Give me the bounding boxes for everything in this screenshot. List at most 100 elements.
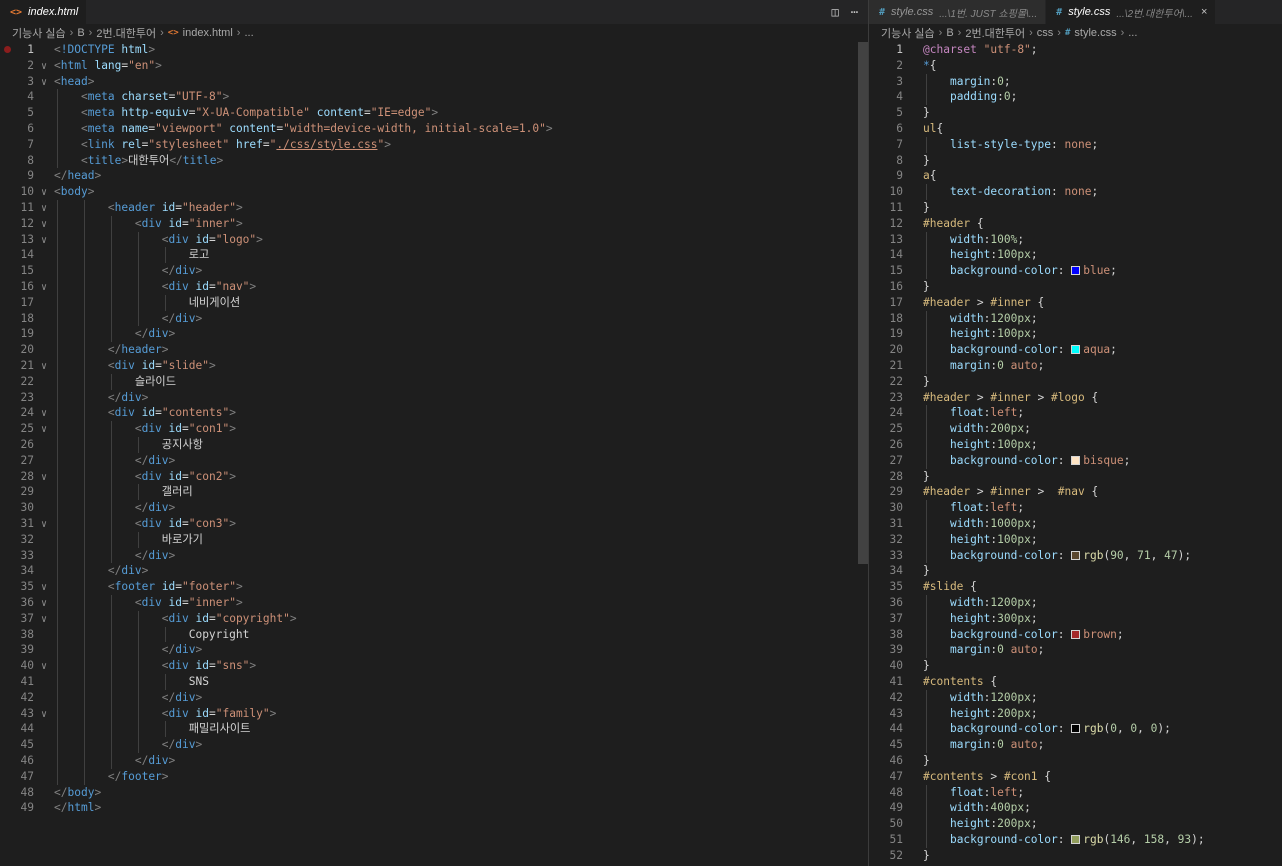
code-line[interactable]: 10 text-decoration: none; xyxy=(869,184,1099,200)
code-line[interactable]: 7 list-style-type: none; xyxy=(869,137,1098,153)
code-line[interactable]: 4 padding:0; xyxy=(869,89,1017,105)
code-line[interactable]: 44 background-color: rgb(0, 0, 0); xyxy=(869,721,1171,737)
code-line[interactable]: 43 height:200px; xyxy=(869,706,1038,722)
code-line[interactable]: 30 float:left; xyxy=(869,500,1025,516)
code-line[interactable]: 8 <title>대한투어</title> xyxy=(0,153,223,169)
code-line[interactable]: 10 ∨ <body> xyxy=(0,184,95,201)
color-swatch[interactable] xyxy=(1071,629,1081,639)
code-line[interactable]: 36 width:1200px; xyxy=(869,595,1038,611)
chevron-down-icon[interactable]: ∨ xyxy=(34,580,54,596)
close-icon[interactable]: × xyxy=(1201,6,1207,18)
code-line[interactable]: 17 #header > #inner { xyxy=(869,295,1045,311)
code-line[interactable]: 14 로고 xyxy=(0,247,210,263)
code-line[interactable]: 16 } xyxy=(869,279,930,295)
code-line[interactable]: 26 height:100px; xyxy=(869,437,1038,453)
chevron-down-icon[interactable]: ∨ xyxy=(34,659,54,675)
color-swatch[interactable] xyxy=(1071,550,1081,560)
code-line[interactable]: 25 ∨ <div id="con1"> xyxy=(0,421,236,437)
code-line[interactable]: 12 #header { xyxy=(869,216,984,232)
code-line[interactable]: 34 } xyxy=(869,563,930,579)
code-line[interactable]: 19 height:100px; xyxy=(869,326,1038,342)
chevron-down-icon[interactable]: ∨ xyxy=(34,185,54,201)
code-line[interactable]: 25 width:200px; xyxy=(869,421,1031,437)
code-line[interactable]: 16 ∨ <div id="nav"> xyxy=(0,279,257,295)
code-line[interactable]: 11 ∨ <header id="header"> xyxy=(0,200,243,216)
code-line[interactable]: 11 } xyxy=(869,200,930,216)
code-line[interactable]: 15 background-color: blue; xyxy=(869,263,1117,279)
code-line[interactable]: 40 ∨ <div id="sns"> xyxy=(0,658,257,675)
chevron-down-icon[interactable]: ∨ xyxy=(34,359,54,375)
tab-index-html[interactable]: <> index.html xyxy=(0,0,88,24)
code-line[interactable]: 32 height:100px; xyxy=(869,532,1038,548)
code-line[interactable]: 15 </div> xyxy=(0,263,203,279)
code-line[interactable]: 13 width:100%; xyxy=(869,232,1025,248)
color-swatch[interactable] xyxy=(1071,266,1081,276)
code-line[interactable]: 31 width:1000px; xyxy=(869,516,1038,532)
chevron-down-icon[interactable]: ∨ xyxy=(34,233,54,249)
code-line[interactable]: 47 #contents > #con1 { xyxy=(869,769,1052,785)
code-line[interactable]: 13 ∨ <div id="logo"> xyxy=(0,232,263,248)
chevron-down-icon[interactable]: ∨ xyxy=(34,217,54,233)
chevron-down-icon[interactable]: ∨ xyxy=(34,612,54,628)
breadcrumb-item[interactable]: 2번.대한투어 xyxy=(96,25,156,41)
more-actions-icon[interactable]: ⋯ xyxy=(851,5,858,19)
chevron-down-icon[interactable]: ∨ xyxy=(34,707,54,723)
code-line[interactable]: 50 height:200px; xyxy=(869,816,1038,832)
css-editor[interactable]: 1 @charset "utf-8"; 2 *{3 margin:0; 4 padd… xyxy=(869,42,1282,866)
breadcrumb-item[interactable]: ... xyxy=(1128,27,1137,39)
code-line[interactable]: 32 바로가기 xyxy=(0,532,203,548)
code-line[interactable]: 5 } xyxy=(869,105,930,121)
code-line[interactable]: 28 } xyxy=(869,469,930,485)
code-line[interactable]: 36 ∨ <div id="inner"> xyxy=(0,595,243,611)
tab-style-css[interactable]: # style.css ...\2번.대한투어\... × xyxy=(1046,0,1217,24)
code-line[interactable]: 22 } xyxy=(869,374,930,390)
code-line[interactable]: 33 </div> xyxy=(0,548,176,564)
code-line[interactable]: 48 float:left; xyxy=(869,785,1025,801)
chevron-down-icon[interactable]: ∨ xyxy=(34,59,54,75)
code-line[interactable]: 38 background-color: brown; xyxy=(869,627,1124,643)
code-line[interactable]: 46 } xyxy=(869,753,930,769)
code-line[interactable]: 46 </div> xyxy=(0,753,176,769)
code-line[interactable]: 29 갤러리 xyxy=(0,484,193,500)
code-line[interactable]: 35 #slide { xyxy=(869,579,977,595)
breadcrumb-item[interactable]: B xyxy=(77,27,84,39)
code-line[interactable]: 34 </div> xyxy=(0,563,149,579)
code-line[interactable]: 28 ∨ <div id="con2"> xyxy=(0,469,236,485)
left-scroll-thumb[interactable] xyxy=(858,42,868,564)
chevron-down-icon[interactable]: ∨ xyxy=(34,517,54,533)
breadcrumb-item[interactable]: 2번.대한투어 xyxy=(965,25,1025,41)
code-line[interactable]: 18 width:1200px; xyxy=(869,311,1038,327)
breadcrumb-item[interactable]: 기능사 실습 xyxy=(881,25,935,41)
code-line[interactable]: 20 background-color: aqua; xyxy=(869,342,1117,358)
code-line[interactable]: 37 ∨ <div id="copyright"> xyxy=(0,611,297,627)
code-line[interactable]: 44 패밀리사이트 xyxy=(0,721,251,737)
breadcrumb-item[interactable]: ... xyxy=(244,27,253,39)
code-line[interactable]: 23 </div> xyxy=(0,390,149,406)
code-line[interactable]: 33 background-color: rgb(90, 71, 47); xyxy=(869,548,1192,564)
code-line[interactable]: 23 #header > #inner > #logo { xyxy=(869,390,1099,406)
code-line[interactable]: 30 </div> xyxy=(0,500,176,516)
code-line[interactable]: 3 margin:0; xyxy=(869,74,1010,90)
code-line[interactable]: 18 </div> xyxy=(0,311,203,327)
code-line[interactable]: 29 #header > #inner > #nav { xyxy=(869,484,1099,500)
code-line[interactable]: 2 ∨ <html lang="en"> xyxy=(0,58,162,74)
code-line[interactable]: 3 ∨ <head> xyxy=(0,74,94,90)
code-line[interactable]: 7 <link rel="stylesheet" href="./css/sty… xyxy=(0,137,391,153)
code-line[interactable]: 21 margin:0 auto; xyxy=(869,358,1045,374)
split-editor-icon[interactable]: ◫ xyxy=(832,5,839,19)
color-swatch[interactable] xyxy=(1071,724,1081,734)
code-line[interactable]: 1 @charset "utf-8"; xyxy=(869,42,1037,58)
breadcrumb-item[interactable]: style.css xyxy=(1074,27,1116,39)
chevron-down-icon[interactable]: ∨ xyxy=(34,422,54,438)
code-line[interactable]: 9 </head> xyxy=(0,168,101,184)
color-swatch[interactable] xyxy=(1071,345,1081,355)
code-line[interactable]: 45 margin:0 auto; xyxy=(869,737,1045,753)
code-line[interactable]: 37 height:300px; xyxy=(869,611,1038,627)
code-line[interactable]: 24 ∨ <div id="contents"> xyxy=(0,405,236,421)
code-line[interactable]: 41 SNS xyxy=(0,674,209,690)
code-line[interactable]: 40 } xyxy=(869,658,930,674)
code-line[interactable]: 1 <!DOCTYPE html> xyxy=(0,42,155,58)
code-line[interactable]: 22 슬라이드 xyxy=(0,374,176,390)
code-line[interactable]: 41 #contents { xyxy=(869,674,998,690)
code-line[interactable]: 24 float:left; xyxy=(869,405,1025,421)
